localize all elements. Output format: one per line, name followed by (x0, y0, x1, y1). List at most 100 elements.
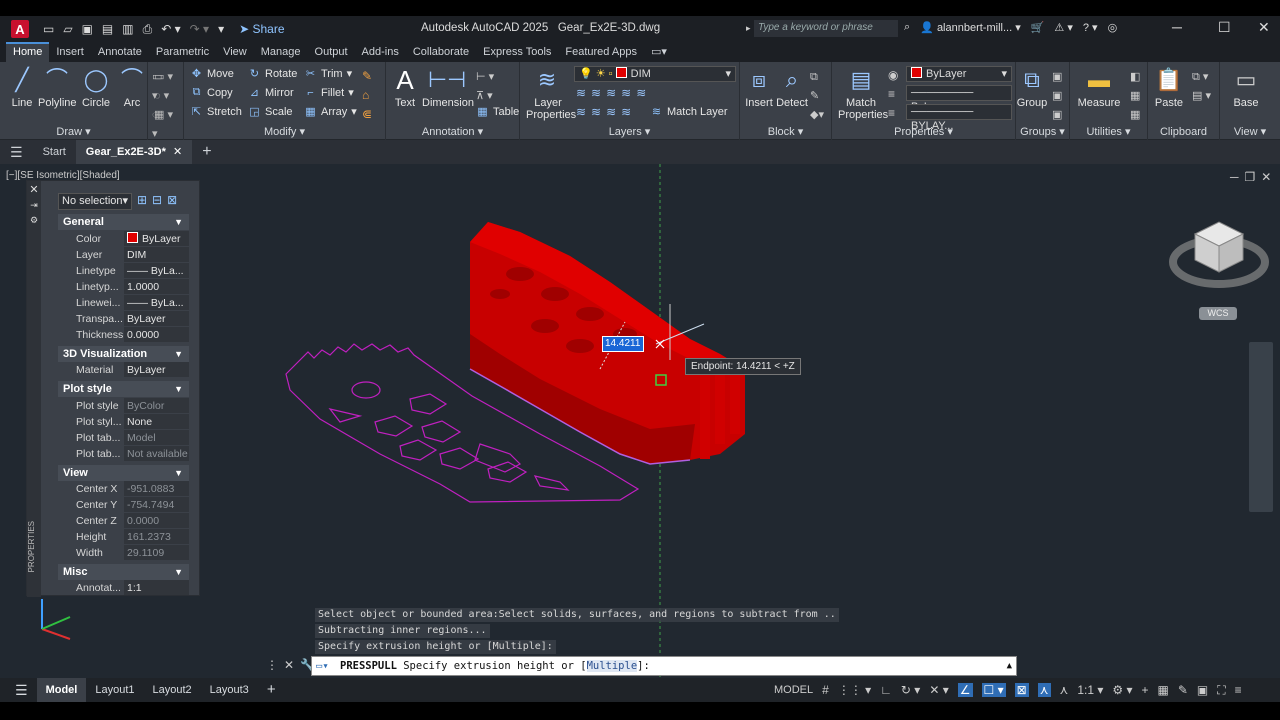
annotation-scale[interactable]: 1:1 ▾ (1077, 683, 1103, 697)
prop-row[interactable]: Center X -951.0883 (58, 481, 189, 497)
close-icon[interactable]: ✕ (1258, 19, 1270, 36)
line-button[interactable]: ╱ Line (6, 66, 38, 110)
section-plot-style[interactable]: Plot style ▼ (58, 381, 189, 397)
new-layout-icon[interactable]: + (258, 678, 285, 702)
annotation-small-icons[interactable]: ⊢ ▾ ⊼ ▾ (476, 68, 494, 106)
maximize-icon[interactable]: ☐ (1218, 19, 1231, 36)
prop-row[interactable]: Width 29.1109 (58, 545, 189, 561)
prop-row[interactable]: Thickness 0.0000 (58, 327, 189, 343)
block-panel-title[interactable]: Block ▾ (740, 125, 831, 138)
search-expand-icon[interactable]: ▸ (746, 23, 751, 34)
redo-icon[interactable]: ↷ ▾ (190, 22, 209, 36)
prop-row[interactable]: Linetyp... 1.0000 (58, 279, 189, 295)
rotate-button[interactable]: ↻ Rotate (248, 67, 298, 81)
customize-qat-icon[interactable]: ▾ (218, 22, 224, 36)
layout2-tab[interactable]: Layout2 (144, 678, 201, 702)
isolate-objects-icon[interactable]: ▣ (1197, 683, 1208, 697)
layer-dropdown[interactable]: 💡 ☀ ▫ DIM ▾ (574, 66, 736, 82)
selection-tools[interactable]: ⊞⊟⊠ (137, 193, 182, 207)
color-dropdown[interactable]: ByLayer ▾ (906, 66, 1012, 82)
trim-button[interactable]: ✂ Trim ▾ (304, 67, 352, 81)
insert-button[interactable]: ⧈ Insert (744, 66, 774, 110)
selection-dropdown[interactable]: No selection ▾ (58, 193, 132, 210)
command-recent-icon[interactable]: ▭▾ (316, 657, 329, 675)
save-as-icon[interactable]: ▤ (102, 22, 113, 36)
drawing-tab[interactable]: Gear_Ex2E-3D* ✕ (75, 140, 193, 164)
utilities-small-icons[interactable]: ◧ ▦ ▦ (1130, 68, 1140, 125)
prop-row[interactable]: Height 161.2373 (58, 529, 189, 545)
layers-panel-title[interactable]: Layers ▾ (520, 125, 739, 138)
mirror-button[interactable]: ⊿ Mirror (248, 86, 294, 100)
dimension-button[interactable]: ⊢⊣ Dimension (422, 66, 474, 110)
polyline-button[interactable]: ⌒ Polyline (38, 66, 77, 110)
text-button[interactable]: A Text (390, 66, 420, 109)
file-tab-menu-icon[interactable]: ☰ (0, 140, 33, 164)
dynamic-input-icon[interactable]: ⋏ (1037, 683, 1051, 697)
layer-tools-row1[interactable]: ≋≋≋≋≋ (576, 86, 651, 100)
match-properties-button[interactable]: ▤ Match Properties (838, 66, 888, 122)
snap-icon[interactable]: ⋮⋮ ▾ (838, 683, 871, 697)
section-misc[interactable]: Misc ▼ (58, 564, 189, 580)
model-space-toggle[interactable]: MODEL (774, 684, 813, 696)
prop-row[interactable]: Material ByLayer (58, 362, 189, 378)
view-panel-title[interactable]: View ▾ (1220, 125, 1280, 138)
ortho-icon[interactable]: ∟ (880, 683, 892, 697)
section-3d-visualization[interactable]: 3D Visualization ▼ (58, 346, 189, 362)
modify-extra-icons[interactable]: ✎ ⌂ ⋐ (362, 67, 372, 124)
measure-button[interactable]: ▬ Measure (1074, 66, 1124, 110)
groups-panel-title[interactable]: Groups ▾ (1016, 125, 1069, 138)
utilities-panel-title[interactable]: Utilities ▾ (1070, 125, 1147, 138)
annotation-monitor-icon[interactable]: + (1141, 683, 1148, 697)
group-button[interactable]: ⧉ Group (1016, 66, 1048, 110)
properties-panel-title[interactable]: Properties ▾ (832, 125, 1015, 138)
navigation-bar[interactable] (1249, 342, 1273, 512)
undo-icon[interactable]: ↶ ▾ (161, 22, 180, 36)
new-file-icon[interactable]: ▭ (43, 22, 54, 36)
learn-icon[interactable]: ◎ (1108, 21, 1118, 34)
clean-screen-icon[interactable]: ⛶ (1217, 683, 1225, 698)
tab-view[interactable]: View (216, 42, 254, 62)
hardware-acceleration-icon[interactable]: ✎ (1178, 683, 1188, 697)
prop-row[interactable]: Layer DIM (58, 247, 189, 263)
prop-row[interactable]: Plot style ByColor (58, 398, 189, 414)
units-icon[interactable]: ▦ (1158, 683, 1169, 697)
tab-add-ins[interactable]: Add-ins (355, 42, 406, 62)
workspace-gear-icon[interactable]: ⚙ ▾ (1112, 683, 1132, 697)
lineweight-dropdown[interactable]: ──────── BYLAY... (906, 104, 1012, 132)
layout1-tab[interactable]: Layout1 (86, 678, 143, 702)
help-search-input[interactable]: Type a keyword or phrase (754, 20, 898, 37)
close-tab-icon[interactable]: ✕ (173, 146, 182, 158)
prop-row[interactable]: Plot tab... Model (58, 430, 189, 446)
arc-button[interactable]: ⌒ Arc (117, 66, 147, 110)
move-button[interactable]: ✥ Move (190, 67, 234, 81)
object-snap-tracking-icon[interactable]: ∠ (957, 683, 973, 697)
palette-settings-icon[interactable]: ⚙ (27, 215, 41, 226)
scale-button[interactable]: ◲ Scale (248, 105, 292, 119)
prop-row[interactable]: Center Y -754.7494 (58, 497, 189, 513)
layout-menu-icon[interactable]: ☰ (6, 678, 37, 702)
object-snap-icon[interactable]: ☐ ▾ (981, 683, 1006, 697)
tab-collaborate[interactable]: Collaborate (406, 42, 476, 62)
clipboard-panel-title[interactable]: Clipboard (1148, 126, 1219, 138)
new-tab-icon[interactable]: + (192, 140, 221, 164)
fillet-button[interactable]: ⌐ Fillet ▾ (304, 86, 353, 100)
section-general[interactable]: General ▼ (58, 214, 189, 230)
prop-row[interactable]: Center Z 0.0000 (58, 513, 189, 529)
open-web-icon[interactable]: ▥ (122, 22, 133, 36)
wcs-menu[interactable]: WCS (1199, 307, 1237, 320)
tab-annotate[interactable]: Annotate (91, 42, 149, 62)
prop-row[interactable]: Annotat... 1:1 (58, 580, 189, 596)
viewport-window-controls[interactable]: ─❐✕ (1230, 170, 1277, 184)
tab-insert[interactable]: Insert (49, 42, 91, 62)
share-button[interactable]: ➤ Share (239, 22, 284, 36)
palette-autohide-icon[interactable]: ⇥ (27, 200, 41, 211)
copy-button[interactable]: ⧉ Copy (190, 86, 233, 99)
isodraft-icon[interactable]: ✕ ▾ (929, 683, 948, 697)
tab-manage[interactable]: Manage (254, 42, 308, 62)
save-icon[interactable]: ▣ (82, 22, 93, 36)
annotation-visibility-icon[interactable]: ⋏ (1060, 683, 1069, 697)
modify-panel-title[interactable]: Modify ▾ (184, 125, 385, 138)
tab-express-tools[interactable]: Express Tools (476, 42, 558, 62)
prop-row[interactable]: Plot styl... None (58, 414, 189, 430)
draw-extra-icons[interactable]: ▭ ▾ ◌ ▾ ▦ ▾ (154, 68, 173, 125)
